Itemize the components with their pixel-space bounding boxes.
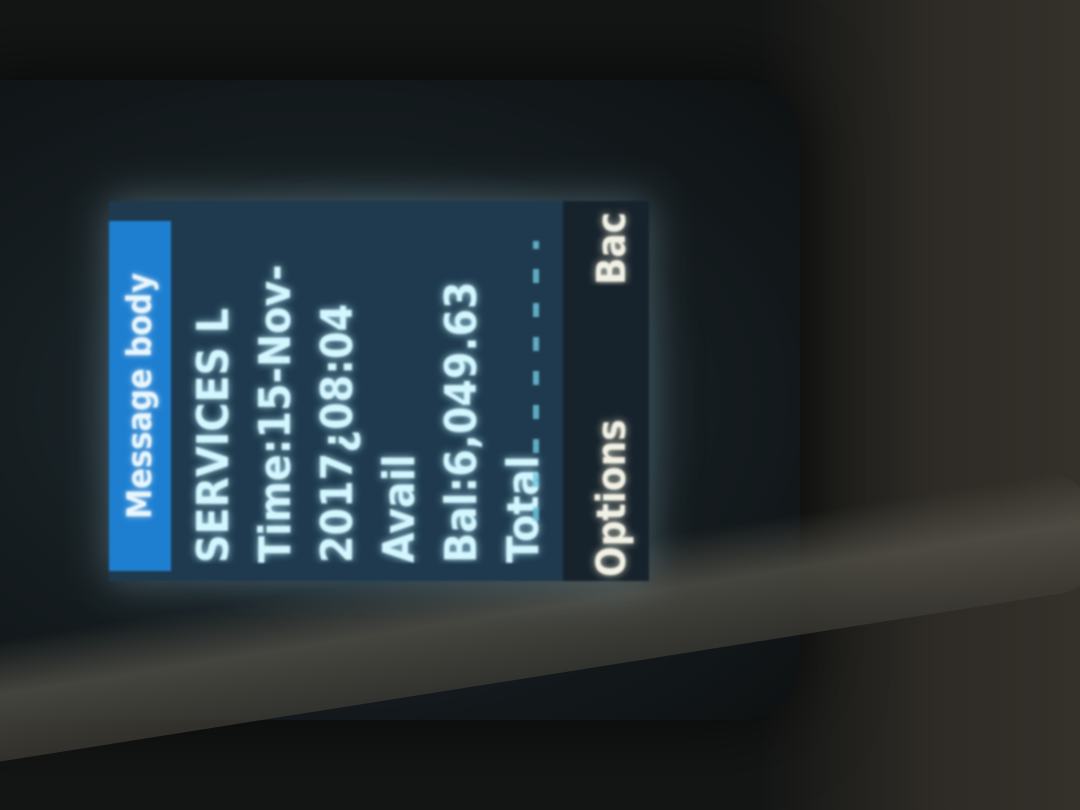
message-body[interactable]: SERVICES L Time:15-Nov- 2017¿08:04 Avail… [183, 213, 549, 563]
message-line: Total [498, 455, 549, 563]
back-softkey[interactable]: Bac [589, 195, 635, 285]
photo-background: Message body SERVICES L Time:15-Nov- 201… [0, 0, 1080, 810]
message-line: 2017¿08:04 [312, 303, 363, 563]
phone-screen: Message body SERVICES L Time:15-Nov- 201… [109, 201, 649, 581]
message-line: SERVICES L [188, 308, 239, 563]
message-line: Time:15-Nov- [250, 264, 301, 563]
message-line: Bal:6,049.63 [436, 281, 487, 563]
message-line: Avail [374, 454, 425, 563]
background-surface [760, 0, 1080, 810]
screen-title: Message body [109, 221, 171, 571]
softkey-bar: Options Bac [563, 201, 649, 581]
options-softkey[interactable]: Options [589, 419, 635, 577]
dashed-separator [533, 241, 539, 521]
